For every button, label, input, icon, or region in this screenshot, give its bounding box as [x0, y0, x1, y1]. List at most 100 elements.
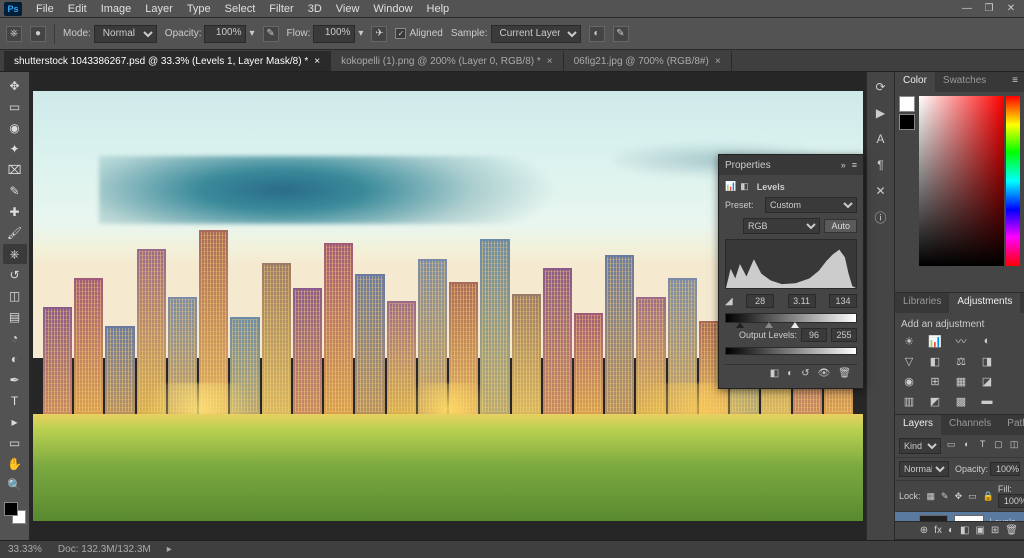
tab-adjustments[interactable]: Adjustments — [949, 293, 1020, 313]
close-icon[interactable]: × — [314, 56, 320, 67]
close-icon[interactable]: × — [715, 56, 721, 67]
tool-path-select[interactable]: ▸ — [3, 412, 27, 432]
tool-eyedropper[interactable]: ✎ — [3, 181, 27, 201]
adj-lut-icon[interactable]: ▦ — [953, 374, 969, 388]
filter-smart-icon[interactable]: ◫ — [1008, 439, 1020, 453]
menu-edit[interactable]: Edit — [62, 3, 93, 15]
layer-footer-btn-3[interactable]: ◧ — [960, 525, 969, 536]
input-white[interactable] — [829, 294, 857, 308]
adj-mixer-icon[interactable]: ⊞ — [927, 374, 943, 388]
doc-size[interactable]: Doc: 132.3M/132.3M — [58, 544, 151, 555]
tool-shape[interactable]: ▭ — [3, 433, 27, 453]
layer-footer-btn-0[interactable]: ⊕ — [920, 525, 928, 536]
menu-image[interactable]: Image — [95, 3, 138, 15]
output-white[interactable] — [831, 328, 857, 342]
tool-crop[interactable]: ⌧ — [3, 160, 27, 180]
layer-opacity-input[interactable] — [990, 462, 1020, 476]
collapse-icon[interactable]: » — [841, 160, 846, 170]
adj-photo-icon[interactable]: ◉ — [901, 374, 917, 388]
tool-magic-wand[interactable]: ✦ — [3, 139, 27, 159]
lock-move-icon[interactable]: ✥ — [955, 491, 963, 502]
tool-type[interactable]: T — [3, 391, 27, 411]
blend-mode-select[interactable]: Normal — [899, 461, 949, 477]
adj-selcolor-icon[interactable]: ▩ — [953, 394, 969, 408]
filter-pixel-icon[interactable]: ▭ — [945, 439, 957, 453]
zoom-level[interactable]: 33.33% — [8, 544, 42, 555]
document-tab-1[interactable]: kokopelli (1).png @ 200% (Layer 0, RGB/8… — [331, 51, 564, 71]
lock-artboard-icon[interactable]: ▭ — [968, 491, 977, 502]
adj-poster-icon[interactable]: ▥ — [901, 394, 917, 408]
menu-view[interactable]: View — [330, 3, 366, 15]
panel-history-icon[interactable]: ⟳ — [872, 78, 890, 96]
menu-window[interactable]: Window — [367, 3, 418, 15]
layer-footer-btn-2[interactable]: ◐ — [948, 525, 954, 536]
tool-pen[interactable]: ✒ — [3, 370, 27, 390]
menu-select[interactable]: Select — [219, 3, 262, 15]
brush-preset-icon[interactable]: ● — [30, 26, 46, 42]
prop-footer-btn-0[interactable]: ◧ — [770, 368, 779, 379]
document-tab-2[interactable]: 06fig21.jpg @ 700% (RGB/8#)× — [564, 51, 732, 71]
adj-thresh-icon[interactable]: ◩ — [927, 394, 943, 408]
layer-footer-btn-1[interactable]: fx — [934, 525, 942, 536]
menu-file[interactable]: File — [30, 3, 60, 15]
menu-3d[interactable]: 3D — [302, 3, 328, 15]
adj-exposure-icon[interactable]: ◐ — [979, 334, 995, 348]
aligned-checkbox[interactable]: ✓ Aligned — [395, 28, 442, 39]
pressure-opacity-icon[interactable]: ✎ — [263, 26, 279, 42]
preset-select[interactable]: Custom — [765, 197, 857, 213]
menu-type[interactable]: Type — [181, 3, 217, 15]
panel-actions-icon[interactable]: ▶ — [872, 104, 890, 122]
layer-footer-btn-5[interactable]: ⊞ — [991, 525, 999, 536]
tool-blur[interactable]: ◔ — [3, 328, 27, 348]
airbrush-icon[interactable]: ✈ — [371, 26, 387, 42]
panel-menu-icon[interactable]: ≡ — [1006, 72, 1024, 92]
adj-colorbal-icon[interactable]: ⚖ — [953, 354, 969, 368]
tool-dodge[interactable]: ◐ — [3, 349, 27, 369]
lock-all-icon[interactable]: 🔒 — [983, 491, 994, 502]
status-arrow-icon[interactable]: ▸ — [167, 544, 172, 555]
layer-levels-1[interactable]: 👁📊Levels 1 — [895, 512, 1024, 521]
menu-help[interactable]: Help — [421, 3, 456, 15]
prop-footer-btn-1[interactable]: ◐ — [787, 368, 793, 379]
prop-footer-btn-2[interactable]: ↺ — [801, 368, 809, 379]
eyedrop-black-icon[interactable]: ◢ — [725, 296, 733, 307]
tool-move[interactable]: ✥ — [3, 76, 27, 96]
lock-brush-icon[interactable]: ✎ — [941, 491, 949, 502]
panel-type-panel-icon[interactable]: A — [872, 130, 890, 148]
flow-dropdown-icon[interactable]: ▾ — [358, 28, 363, 39]
auto-button[interactable]: Auto — [824, 219, 857, 233]
tool-clone-stamp[interactable]: ⎈ — [3, 244, 27, 264]
pressure-size-icon[interactable]: ✎ — [613, 26, 629, 42]
ignore-adj-icon[interactable]: ◐ — [589, 26, 605, 42]
layer-footer-btn-6[interactable]: 🗑 — [1005, 525, 1018, 536]
color-swatches[interactable] — [4, 502, 26, 524]
bg-swatch[interactable] — [899, 114, 915, 130]
adj-invert-icon[interactable]: ◪ — [979, 374, 995, 388]
document-tab-0[interactable]: shutterstock 1043386267.psd @ 33.3% (Lev… — [4, 51, 331, 71]
input-black[interactable] — [746, 294, 774, 308]
input-gradient[interactable] — [725, 313, 857, 323]
close-icon[interactable]: × — [547, 56, 553, 67]
hue-slider[interactable] — [1006, 96, 1020, 266]
win-restore-icon[interactable]: ❐ — [980, 3, 998, 14]
adj-vibrance-icon[interactable]: ▽ — [901, 354, 917, 368]
tool-heal[interactable]: ✚ — [3, 202, 27, 222]
layer-footer-btn-4[interactable]: ▣ — [975, 525, 984, 536]
sample-select[interactable]: Current Layer — [491, 25, 581, 43]
mode-select[interactable]: Normal — [94, 25, 157, 43]
histogram[interactable] — [725, 239, 857, 289]
prop-footer-btn-4[interactable]: 🗑 — [838, 368, 851, 379]
tab-styles[interactable]: Styles — [1020, 293, 1024, 313]
adj-curves-icon[interactable]: 〰 — [953, 334, 969, 348]
tool-gradient[interactable]: ▤ — [3, 307, 27, 327]
menu-filter[interactable]: Filter — [263, 3, 299, 15]
fg-color[interactable] — [4, 502, 18, 516]
adj-gradmap-icon[interactable]: ▬ — [979, 394, 995, 408]
adj-brightness-icon[interactable]: ☀ — [901, 334, 917, 348]
adj-levels-icon[interactable]: 📊 — [927, 334, 943, 348]
input-mid[interactable] — [788, 294, 816, 308]
channel-select[interactable]: RGB — [743, 218, 820, 234]
tool-eraser[interactable]: ◫ — [3, 286, 27, 306]
adj-bw-icon[interactable]: ◨ — [979, 354, 995, 368]
output-gradient[interactable] — [725, 347, 857, 355]
